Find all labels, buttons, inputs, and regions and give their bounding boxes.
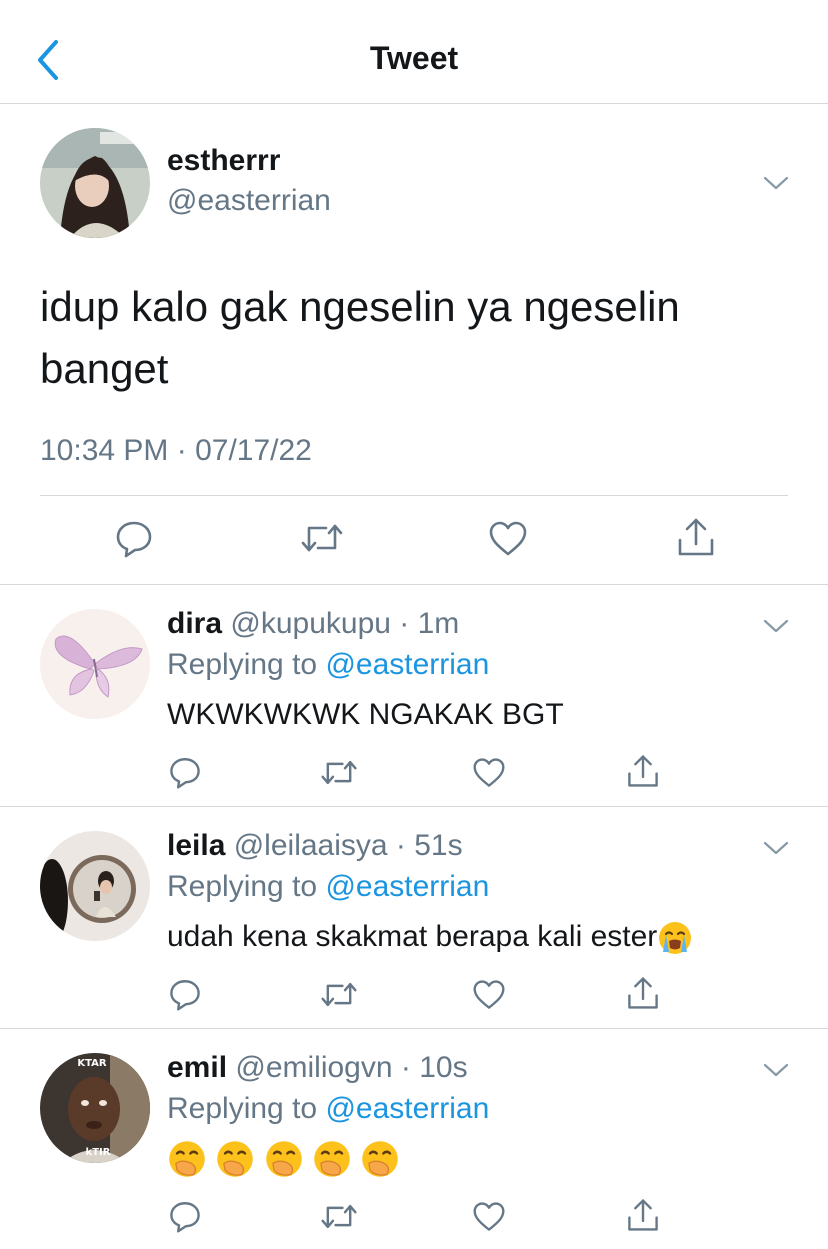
tweet-timestamp[interactable]: 10:34 PM · 07/17/22 (40, 434, 312, 468)
reply-icon (170, 1202, 200, 1233)
reply-header: leila @leilaaisya · 51s (167, 829, 463, 863)
reply-header: dira @kupukupu · 1m (167, 607, 459, 641)
display-name[interactable]: leila (167, 829, 225, 862)
avatar[interactable] (40, 831, 150, 941)
retweet-button[interactable] (320, 1201, 358, 1232)
reply-button[interactable] (114, 518, 154, 558)
retweet-icon (321, 982, 357, 1007)
like-button[interactable] (472, 757, 506, 789)
tweet-menu-button[interactable] (762, 1061, 790, 1079)
tweet-menu-button[interactable] (762, 174, 790, 192)
like-button[interactable] (472, 1201, 506, 1233)
reply-header: emil @emiliogvn · 10s (167, 1051, 468, 1085)
like-icon (489, 521, 527, 556)
replying-to-label: Replying to (167, 1092, 326, 1125)
replying-to-label: Replying to (167, 648, 326, 681)
replying-to: Replying to @easterrian (167, 870, 489, 904)
avatar-caption-bottom: kTIR (86, 1147, 111, 1158)
page-title: Tweet (369, 40, 459, 76)
mirror-avatar-image (40, 831, 150, 941)
face-with-hand-over-mouth-icon (362, 1141, 399, 1177)
share-icon (628, 977, 658, 1009)
chevron-down-icon (763, 176, 789, 190)
share-button[interactable] (676, 516, 716, 558)
butterfly-avatar-image (40, 609, 150, 719)
replying-to: Replying to @easterrian (167, 1092, 489, 1126)
handle-and-time[interactable]: @kupukupu · 1m (230, 607, 459, 640)
loudly-crying-face-icon (659, 922, 692, 955)
chevron-down-icon (763, 619, 789, 633)
reply-text: WKWKWKWK NGAKAK BGT (167, 698, 564, 731)
retweet-icon (301, 524, 343, 552)
face-with-hand-over-mouth-icon (217, 1141, 254, 1177)
avatar-caption-top: KTAR (77, 1058, 107, 1069)
like-button[interactable] (472, 979, 506, 1011)
retweet-icon (321, 760, 357, 785)
reply-tweet[interactable]: leila @leilaaisya · 51s Replying to @eas… (0, 807, 828, 1029)
replying-to-label: Replying to (167, 870, 326, 903)
face-with-hand-over-mouth-icon (314, 1141, 350, 1177)
face-with-hand-over-mouth-icon (265, 1141, 302, 1177)
reply-button[interactable] (168, 755, 202, 789)
like-button[interactable] (488, 520, 528, 558)
avatar[interactable] (40, 128, 150, 238)
display-name[interactable]: dira (167, 607, 222, 640)
reply-icon (116, 521, 152, 558)
share-button[interactable] (626, 1197, 660, 1233)
mention-link[interactable]: @easterrian (325, 1092, 489, 1125)
mention-link[interactable]: @easterrian (325, 870, 489, 903)
tweet-menu-button[interactable] (762, 839, 790, 857)
reply-button[interactable] (168, 1199, 202, 1233)
replying-to: Replying to @easterrian (167, 648, 489, 682)
reply-icon (170, 758, 200, 789)
display-name[interactable]: estherrr (167, 144, 280, 178)
face-with-hand-over-mouth-icon (169, 1141, 205, 1177)
user-handle[interactable]: @easterrian (167, 184, 331, 218)
handle-and-time[interactable]: @leilaaisya · 51s (234, 829, 463, 862)
reply-button[interactable] (168, 977, 202, 1011)
main-tweet: estherrr @easterrian idup kalo gak ngese… (0, 104, 828, 585)
avatar[interactable]: KTAR kTIR (40, 1053, 150, 1163)
like-icon (473, 980, 505, 1009)
divider (40, 495, 788, 496)
retweet-button[interactable] (320, 757, 358, 788)
chevron-down-icon (763, 841, 789, 855)
tweet-menu-button[interactable] (762, 617, 790, 635)
display-name[interactable]: emil (167, 1051, 227, 1084)
retweet-button[interactable] (300, 520, 344, 556)
reply-text-container: udah kena skakmat berapa kali ester (167, 920, 693, 956)
handle-and-time[interactable]: @emiliogvn · 10s (235, 1051, 467, 1084)
mention-link[interactable]: @easterrian (325, 648, 489, 681)
retweet-button[interactable] (320, 979, 358, 1010)
like-icon (473, 1202, 505, 1231)
share-button[interactable] (626, 975, 660, 1011)
share-icon (628, 1199, 658, 1231)
share-icon (628, 755, 658, 787)
retweet-icon (321, 1204, 357, 1229)
like-icon (473, 758, 505, 787)
tweet-text: idup kalo gak ngeselin ya ngeselin bange… (40, 283, 680, 392)
emoji-row (167, 1139, 400, 1179)
reply-tweet[interactable]: dira @kupukupu · 1m Replying to @easterr… (0, 585, 828, 807)
avatar-photo (40, 128, 150, 238)
share-icon (678, 518, 714, 556)
reply-text: udah kena skakmat berapa kali ester (167, 920, 658, 953)
top-bar: Tweet (0, 0, 828, 104)
chevron-down-icon (763, 1063, 789, 1077)
share-button[interactable] (626, 753, 660, 789)
reply-tweet[interactable]: KTAR kTIR emil @emiliogvn · 10s Replying… (0, 1029, 828, 1249)
face-avatar-image: KTAR kTIR (40, 1053, 150, 1163)
reply-icon (170, 980, 200, 1011)
avatar[interactable] (40, 609, 150, 719)
